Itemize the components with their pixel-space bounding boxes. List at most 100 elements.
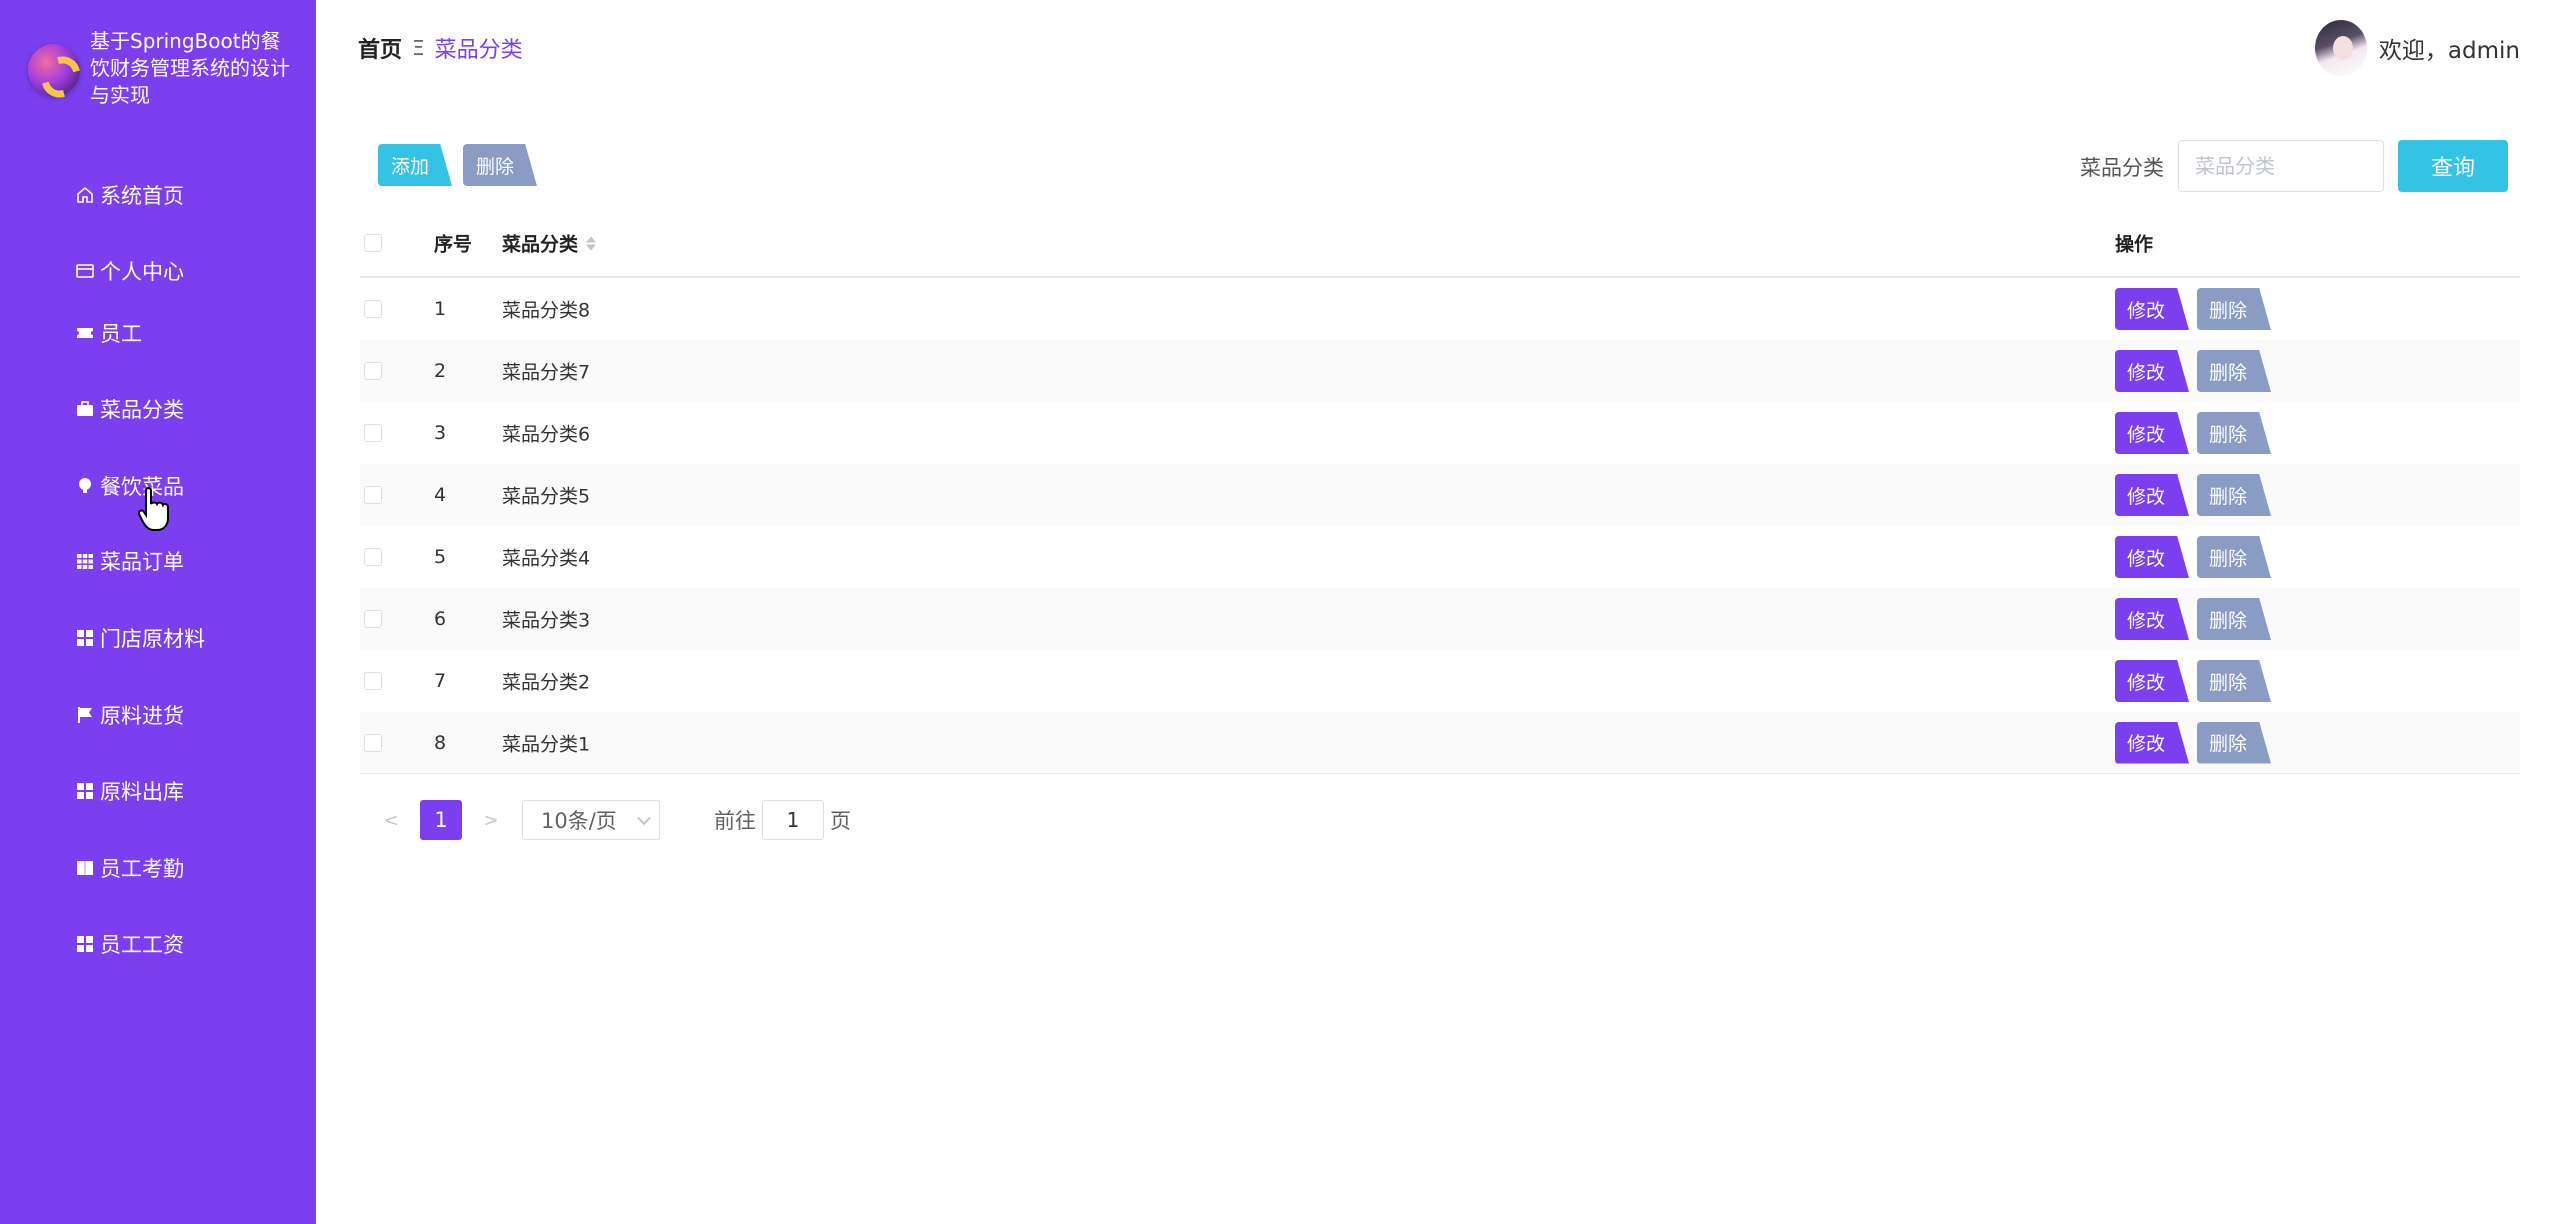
user-box[interactable]: 欢迎，admin [2314,20,2520,76]
row-actions: 修改 删除 [2115,412,2271,454]
next-page-button[interactable]: > [478,810,504,831]
edit-button[interactable]: 修改 [2115,598,2189,640]
row-checkbox[interactable] [364,362,382,380]
edit-button[interactable]: 修改 [2115,536,2189,578]
add-button[interactable]: 添加 [378,144,452,186]
delete-button[interactable]: 删除 [2197,660,2271,702]
logo [28,44,80,96]
pagination: < 1 > 10条/页 前往 页 [378,800,851,840]
row-checkbox[interactable] [364,548,382,566]
delete-button[interactable]: 删除 [2197,350,2271,392]
delete-button[interactable]: 删除 [2197,598,2271,640]
edit-button[interactable]: 修改 [2115,721,2189,764]
sidebar-item-label: 员工 [100,322,142,346]
row-name: 菜品分类7 [502,361,591,384]
sidebar-item-label: 系统首页 [100,184,184,208]
batch-delete-button[interactable]: 删除 [463,144,537,186]
select-all-checkbox[interactable] [364,234,382,252]
sidebar-item-orders[interactable]: 菜品订单 [74,546,184,576]
sidebar-item-label: 菜品订单 [100,550,184,574]
topbar: 首页 Ξ 菜品分类 欢迎，admin [316,0,2560,96]
table-row: 7 菜品分类2 修改 删除 [360,650,2520,712]
row-checkbox[interactable] [364,486,382,504]
sidebar-item-profile[interactable]: 个人中心 [74,256,184,286]
row-name: 菜品分类6 [502,423,591,446]
table-row: 2 菜品分类7 修改 删除 [360,340,2520,402]
page-number-current[interactable]: 1 [420,800,462,840]
row-actions: 修改 删除 [2115,288,2271,330]
avatar[interactable] [2314,20,2367,76]
sort-caret-icon[interactable] [586,236,597,250]
sidebar-item-label: 员工工资 [100,933,184,957]
edit-button[interactable]: 修改 [2115,412,2189,454]
edit-button[interactable]: 修改 [2115,350,2189,392]
row-name: 菜品分类1 [502,733,591,755]
apps-icon [74,627,96,649]
row-actions: 修改 删除 [2115,474,2271,516]
edit-button[interactable]: 修改 [2115,288,2189,330]
breadcrumb-home[interactable]: 首页 [358,32,402,64]
column-header-name[interactable]: 菜品分类 [502,230,597,257]
sidebar-item-staff[interactable]: 员工 [74,318,142,348]
row-checkbox[interactable] [364,424,382,442]
breadcrumb-current: 菜品分类 [434,38,523,63]
delete-button[interactable]: 删除 [2197,721,2271,764]
search-input[interactable] [2178,140,2384,192]
goto-page-input[interactable] [762,800,824,840]
page-size-select[interactable]: 10条/页 [522,800,660,840]
edit-button[interactable]: 修改 [2115,474,2189,516]
prev-page-button[interactable]: < [378,810,404,831]
sidebar: 基于SpringBoot的餐饮财务管理系统的设计与实现 系统首页 个人中心 员工 [0,0,316,1224]
row-actions: 修改 删除 [2115,350,2271,392]
sidebar-item-outbound[interactable]: 原料出库 [74,776,184,806]
table-row: 1 菜品分类8 修改 删除 [360,278,2520,340]
column-header-ops: 操作 [2115,233,2154,256]
query-button[interactable]: 查询 [2398,140,2508,192]
table-row: 5 菜品分类4 修改 删除 [360,526,2520,588]
row-checkbox[interactable] [364,672,382,690]
briefcase-icon [74,398,96,420]
page-size-value: 10条/页 [541,809,617,833]
goto-label: 前往 [714,809,756,833]
row-checkbox[interactable] [364,733,382,752]
row-index: 1 [434,298,447,320]
edit-button[interactable]: 修改 [2115,660,2189,702]
sidebar-item-attendance[interactable]: 员工考勤 [74,853,184,883]
delete-button[interactable]: 删除 [2197,536,2271,578]
table-header: 序号 菜品分类 操作 [360,210,2520,278]
goto-suffix: 页 [830,809,851,833]
sidebar-item-salary[interactable]: 员工工资 [74,929,184,959]
flag-icon [74,704,96,726]
delete-button[interactable]: 删除 [2197,474,2271,516]
sidebar-item-purchase[interactable]: 原料进货 [74,700,184,730]
sidebar-item-materials[interactable]: 门店原材料 [74,623,205,653]
book-icon [74,857,96,879]
row-index: 2 [434,360,447,382]
row-index: 6 [434,608,447,630]
sidebar-item-dish-category[interactable]: 菜品分类 [74,394,184,424]
data-table: 序号 菜品分类 操作 1 菜品分类8 修改 删除 2 菜品分类7 修改 删除 3… [360,210,2520,774]
row-name: 菜品分类4 [502,547,591,570]
table-row: 4 菜品分类5 修改 删除 [360,464,2520,526]
row-checkbox[interactable] [364,610,382,628]
grid-icon [74,550,96,572]
bulb-icon [74,475,96,497]
row-checkbox[interactable] [364,300,382,318]
row-name: 菜品分类5 [502,485,591,508]
table-row: 6 菜品分类3 修改 删除 [360,588,2520,650]
brand: 基于SpringBoot的餐饮财务管理系统的设计与实现 [28,28,298,109]
apps-icon [74,933,96,955]
chevron-down-icon [636,810,652,826]
welcome-text: 欢迎，admin [2378,38,2520,64]
delete-button[interactable]: 删除 [2197,288,2271,330]
sidebar-item-home[interactable]: 系统首页 [74,180,184,210]
app-title: 基于SpringBoot的餐饮财务管理系统的设计与实现 [90,29,290,107]
column-header-index: 序号 [434,233,473,256]
sidebar-item-label: 门店原材料 [100,627,205,651]
row-index: 7 [434,670,447,692]
row-name: 菜品分类8 [502,299,591,322]
row-actions: 修改 删除 [2115,660,2271,702]
delete-button[interactable]: 删除 [2197,412,2271,454]
row-index: 5 [434,546,447,568]
breadcrumb: 首页 Ξ 菜品分类 [358,32,523,64]
